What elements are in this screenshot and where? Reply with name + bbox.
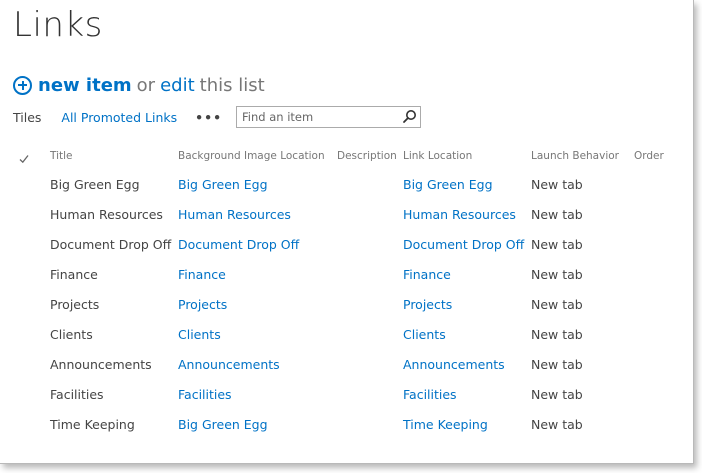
cell-launch-behavior: New tab xyxy=(531,357,583,372)
cell-link-location[interactable]: Document Drop Off xyxy=(403,237,524,252)
col-header-background-image[interactable]: Background Image Location xyxy=(178,150,325,162)
links-table: Title Background Image Location Descriptio… xyxy=(0,0,693,463)
cell-launch-behavior: New tab xyxy=(531,177,583,192)
col-header-launch-behavior[interactable]: Launch Behavior xyxy=(531,150,619,162)
cell-launch-behavior: New tab xyxy=(531,237,583,252)
cell-link-location[interactable]: Announcements xyxy=(403,357,505,372)
cell-launch-behavior: New tab xyxy=(531,207,583,222)
cell-launch-behavior: New tab xyxy=(531,267,583,282)
col-header-link-location[interactable]: Link Location xyxy=(403,150,472,162)
cell-launch-behavior: New tab xyxy=(531,417,583,432)
cell-title[interactable]: Big Green Egg xyxy=(50,177,140,192)
cell-title[interactable]: Announcements xyxy=(50,357,152,372)
cell-background-link[interactable]: Announcements xyxy=(178,357,280,372)
cell-background-link[interactable]: Finance xyxy=(178,267,226,282)
cell-title[interactable]: Clients xyxy=(50,327,93,342)
cell-background-link[interactable]: Facilities xyxy=(178,387,232,402)
checkmark-icon[interactable] xyxy=(19,149,29,164)
cell-background-link[interactable]: Big Green Egg xyxy=(178,177,268,192)
cell-link-location[interactable]: Clients xyxy=(403,327,446,342)
cell-launch-behavior: New tab xyxy=(531,297,583,312)
cell-link-location[interactable]: Facilities xyxy=(403,387,457,402)
cell-title[interactable]: Facilities xyxy=(50,387,104,402)
col-header-order[interactable]: Order xyxy=(634,150,664,162)
cell-link-location[interactable]: Finance xyxy=(403,267,451,282)
cell-launch-behavior: New tab xyxy=(531,387,583,402)
col-header-title[interactable]: Title xyxy=(50,150,73,162)
cell-title[interactable]: Human Resources xyxy=(50,207,163,222)
cell-background-link[interactable]: Document Drop Off xyxy=(178,237,299,252)
col-header-description[interactable]: Description xyxy=(337,150,397,162)
cell-background-link[interactable]: Projects xyxy=(178,297,227,312)
cell-title[interactable]: Document Drop Off xyxy=(50,237,171,252)
cell-link-location[interactable]: Human Resources xyxy=(403,207,516,222)
cell-link-location[interactable]: Big Green Egg xyxy=(403,177,493,192)
cell-link-location[interactable]: Projects xyxy=(403,297,452,312)
page-frame: Links new item or edit this list Tiles A… xyxy=(0,0,694,464)
cell-link-location[interactable]: Time Keeping xyxy=(403,417,488,432)
cell-background-link[interactable]: Big Green Egg xyxy=(178,417,268,432)
cell-background-link[interactable]: Human Resources xyxy=(178,207,291,222)
cell-background-link[interactable]: Clients xyxy=(178,327,221,342)
cell-title[interactable]: Projects xyxy=(50,297,99,312)
cell-title[interactable]: Finance xyxy=(50,267,98,282)
cell-launch-behavior: New tab xyxy=(531,327,583,342)
cell-title[interactable]: Time Keeping xyxy=(50,417,135,432)
